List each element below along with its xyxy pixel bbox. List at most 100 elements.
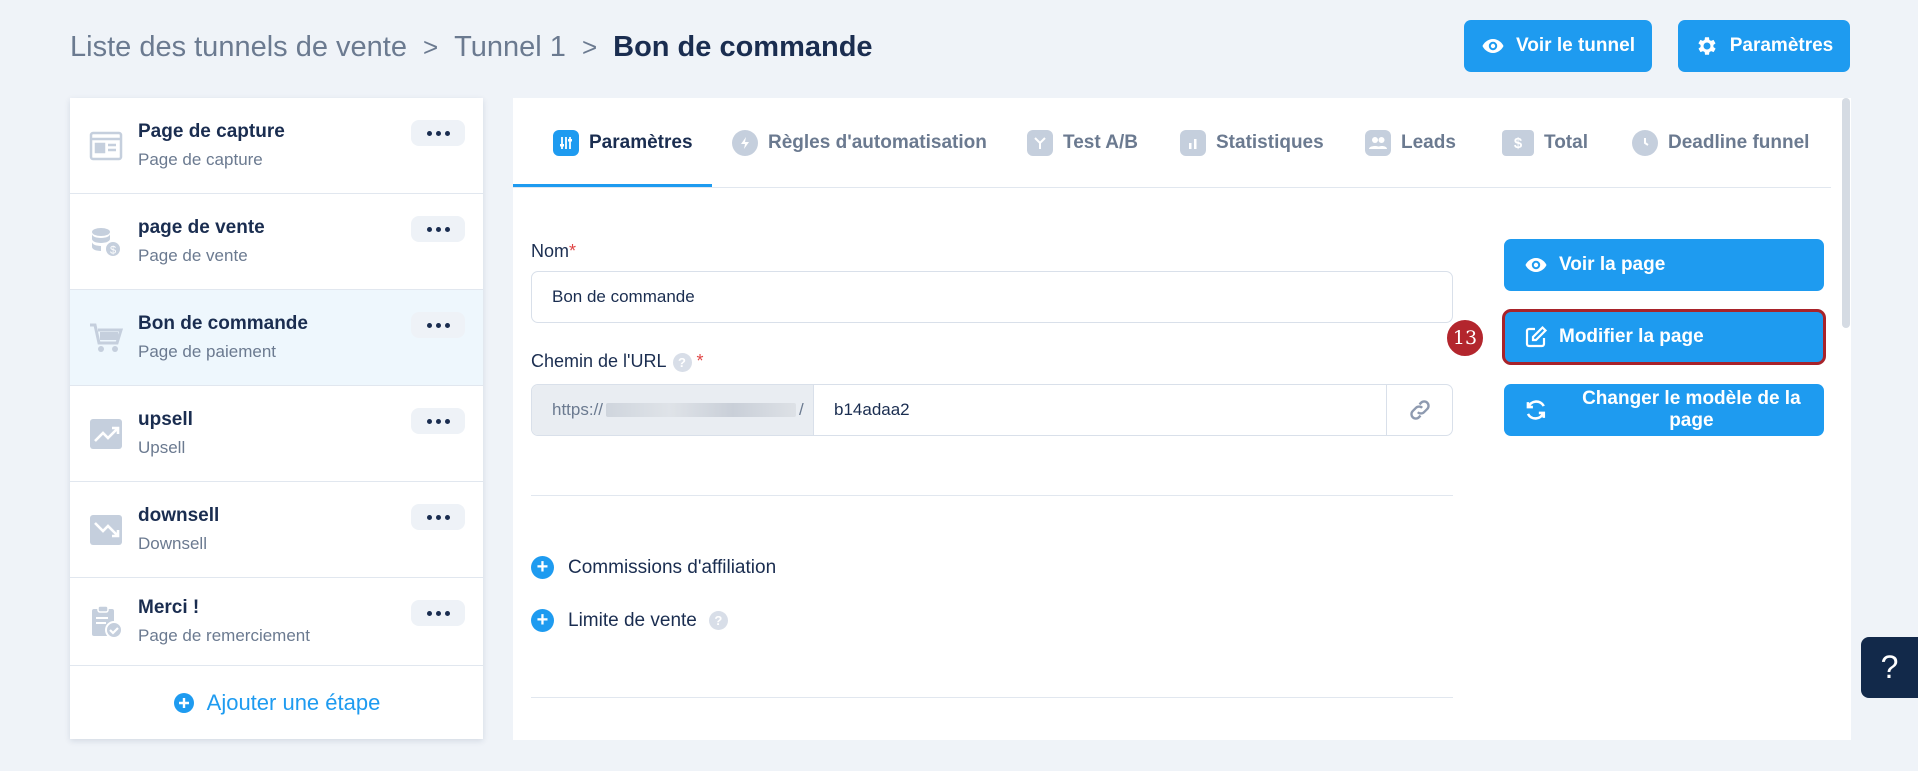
step-title: Page de capture (138, 121, 285, 142)
cart-icon (90, 323, 124, 352)
step-menu-button[interactable] (411, 312, 465, 338)
blurred-domain (606, 403, 797, 417)
step-title: Bon de commande (138, 313, 308, 334)
panel-scrollbar[interactable] (1842, 98, 1850, 328)
step-menu-button[interactable] (411, 120, 465, 146)
name-input[interactable]: Bon de commande (531, 271, 1453, 323)
affiliate-commissions-toggle[interactable]: + Commissions d'affiliation (531, 556, 776, 579)
view-funnel-label: Voir le tunnel (1516, 35, 1635, 56)
step-subtitle: Page de capture (138, 150, 263, 169)
plus-circle-icon: + (531, 556, 554, 579)
tab-label: Paramètres (589, 132, 693, 153)
divider (531, 495, 1453, 496)
step-menu-button[interactable] (411, 504, 465, 530)
split-icon (1027, 130, 1053, 156)
funnel-steps-sidebar: Page de capture Page de capture $ page d… (70, 98, 483, 739)
step-item-order-form[interactable]: Bon de commande Page de paiement (70, 290, 483, 386)
breadcrumb: Liste des tunnels de vente > Tunnel 1 > … (70, 22, 873, 72)
tab-label: Test A/B (1063, 132, 1138, 153)
trend-down-icon (90, 514, 122, 545)
bar-chart-icon (1180, 130, 1206, 156)
option-label: Limite de vente (568, 609, 697, 631)
url-path-label: Chemin de l'URL? * (531, 351, 704, 372)
step-item-downsell[interactable]: downsell Downsell (70, 482, 483, 578)
tab-bar: Paramètres Règles d'automatisation Test … (513, 98, 1831, 188)
divider (531, 697, 1453, 698)
step-item-thanks[interactable]: Merci ! Page de remerciement (70, 578, 483, 666)
url-path-field: https:/// b14adaa2 (531, 384, 1453, 436)
step-title: page de vente (138, 217, 265, 238)
users-icon (1365, 130, 1391, 156)
help-icon[interactable]: ? (672, 352, 692, 372)
eye-icon (1482, 39, 1504, 53)
copy-link-button[interactable] (1386, 385, 1452, 435)
gear-icon (1698, 37, 1716, 55)
step-subtitle: Page de remerciement (138, 626, 310, 645)
view-page-label: Voir la page (1559, 254, 1666, 275)
clipboard-check-icon (92, 604, 123, 639)
tab-leads[interactable]: Leads (1365, 98, 1456, 188)
link-icon (1409, 400, 1430, 420)
dollar-icon: $ (1502, 130, 1534, 156)
tab-label: Leads (1401, 132, 1456, 153)
tab-total[interactable]: $ Total (1502, 98, 1588, 188)
tab-label: Règles d'automatisation (768, 132, 987, 153)
step-item-sales[interactable]: $ page de vente Page de vente (70, 194, 483, 290)
sliders-icon (553, 130, 579, 156)
view-page-button[interactable]: Voir la page (1504, 239, 1824, 291)
name-label: Nom* (531, 241, 577, 261)
step-subtitle: Page de vente (138, 246, 248, 265)
annotation-marker: 13 (1445, 318, 1485, 358)
settings-button[interactable]: Paramètres (1678, 20, 1850, 72)
step-title: downsell (138, 505, 220, 526)
step-settings-panel: Paramètres Règles d'automatisation Test … (513, 98, 1851, 740)
plus-circle-icon: + (531, 609, 554, 632)
change-template-button[interactable]: Changer le modèle de la page (1504, 384, 1824, 436)
active-tab-indicator (513, 184, 712, 187)
step-item-upsell[interactable]: upsell Upsell (70, 386, 483, 482)
svg-text:$: $ (110, 244, 116, 256)
capture-page-icon (89, 131, 123, 160)
coins-icon: $ (92, 227, 122, 258)
sales-limit-toggle[interactable]: + Limite de vente ? (531, 609, 728, 632)
eye-icon (1525, 258, 1547, 272)
view-funnel-button[interactable]: Voir le tunnel (1464, 20, 1652, 72)
refresh-icon (1526, 400, 1546, 420)
step-menu-button[interactable] (411, 408, 465, 434)
trend-up-icon (90, 418, 122, 449)
tab-label: Total (1544, 132, 1588, 153)
tab-label: Statistiques (1216, 132, 1324, 153)
tab-parametres[interactable]: Paramètres (553, 98, 693, 188)
step-subtitle: Downsell (138, 534, 207, 553)
step-subtitle: Page de paiement (138, 342, 276, 361)
edit-page-button[interactable]: Modifier la page (1502, 309, 1826, 365)
url-slug-input[interactable]: b14adaa2 (814, 385, 1386, 435)
step-menu-button[interactable] (411, 216, 465, 242)
bolt-icon (732, 130, 758, 156)
step-title: upsell (138, 409, 193, 430)
step-item-capture[interactable]: Page de capture Page de capture (70, 98, 483, 194)
step-subtitle: Upsell (138, 438, 186, 457)
breadcrumb-funnel-list[interactable]: Liste des tunnels de vente (70, 31, 407, 64)
add-step-label: Ajouter une étape (206, 689, 381, 715)
help-button[interactable]: ? (1861, 637, 1918, 698)
change-template-label: Changer le modèle de la page (1582, 388, 1801, 431)
tab-label: Deadline funnel (1668, 132, 1810, 153)
url-prefix: https:/// (532, 385, 814, 435)
tab-deadline-funnel[interactable]: Deadline funnel (1632, 98, 1809, 188)
clock-icon (1632, 130, 1658, 156)
step-title: Merci ! (138, 597, 200, 618)
option-label: Commissions d'affiliation (568, 556, 777, 578)
plus-circle-icon (173, 692, 194, 713)
chevron-right-icon: > (422, 31, 439, 62)
step-menu-button[interactable] (411, 600, 465, 626)
tab-ab-test[interactable]: Test A/B (1027, 98, 1138, 188)
page-title: Bon de commande (613, 30, 873, 63)
tab-statistics[interactable]: Statistiques (1180, 98, 1324, 188)
edit-icon (1525, 325, 1548, 348)
tab-automation-rules[interactable]: Règles d'automatisation (732, 98, 987, 188)
settings-label: Paramètres (1729, 35, 1834, 56)
add-step-button[interactable]: Ajouter une étape (70, 666, 483, 739)
help-icon[interactable]: ? (708, 611, 728, 630)
breadcrumb-tunnel[interactable]: Tunnel 1 (454, 31, 566, 64)
